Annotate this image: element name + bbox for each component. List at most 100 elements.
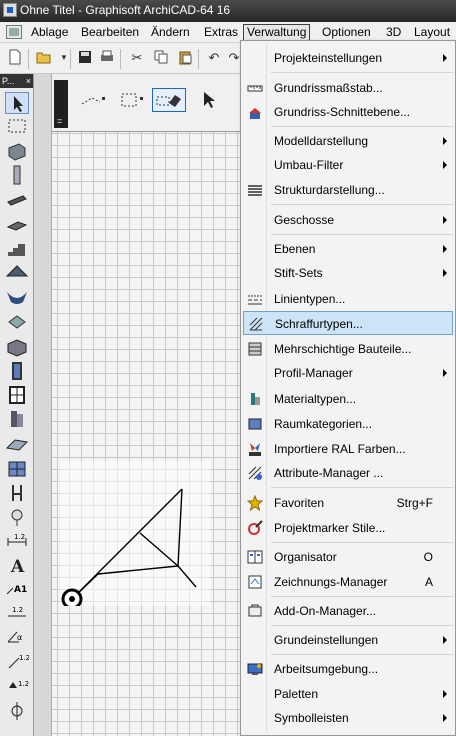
menu-3d[interactable]: 3D [383, 24, 404, 41]
title-bar: Ohne Titel - Graphisoft ArchiCAD-64 16 [0, 0, 456, 22]
spot-dimension-icon[interactable]: 1.2 [5, 676, 29, 698]
menu-item-label: Importiere RAL Farben... [274, 442, 406, 456]
menu-separator [271, 126, 453, 127]
menu-item-strukturdarstellung[interactable]: Strukturdarstellung... [243, 178, 453, 202]
print-icon[interactable] [98, 49, 116, 67]
palette-title: P... [2, 76, 15, 86]
menu-aendern[interactable]: Ändern [148, 24, 193, 41]
curtain-wall-tool-icon[interactable] [5, 336, 29, 358]
menu-item-label: Grundeinstellungen [274, 633, 379, 647]
palette-header[interactable]: P... × [0, 74, 33, 88]
chair-object-icon[interactable] [5, 482, 29, 504]
menu-item-grundeinstellungen[interactable]: Grundeinstellungen [243, 628, 453, 652]
menu-item-label: Geschosse [274, 213, 335, 227]
menu-item-zeichnungs-manager[interactable]: Zeichnungs-Manager A [243, 570, 453, 594]
menu-item-projektmarker-stile[interactable]: Projektmarker Stile... [243, 516, 453, 540]
menu-item-ebenen[interactable]: Ebenen [243, 237, 453, 261]
door-tool-icon[interactable] [5, 360, 29, 382]
menu-bearbeiten[interactable]: Bearbeiten [78, 24, 142, 41]
menu-item-stift-sets[interactable]: Stift-Sets [243, 261, 453, 285]
selection-method-icon[interactable] [78, 88, 112, 112]
angle-dimension-icon[interactable]: α [5, 626, 29, 648]
menu-item-label: Grundrissmaßstab... [274, 81, 383, 95]
column-tool-icon[interactable] [5, 164, 29, 186]
menu-item-grundrissmassstab[interactable]: Grundrissmaßstab... [243, 76, 453, 100]
menu-ablage[interactable]: Ablage [28, 24, 71, 41]
wall-tool-icon[interactable] [5, 140, 29, 162]
arrow-tool-icon[interactable] [5, 92, 29, 114]
window-tool-icon[interactable] [5, 384, 29, 406]
materials-icon [247, 391, 263, 407]
rectangle-selection-icon[interactable] [116, 88, 150, 112]
submenu-arrow-icon [443, 690, 447, 698]
menu-item-grundriss-schnittebene[interactable]: Grundriss-Schnittebene... [243, 100, 453, 124]
text-tool-icon[interactable]: A [5, 554, 29, 577]
zone-tool-icon[interactable] [5, 458, 29, 480]
menu-item-label: Schraffurtypen... [275, 317, 363, 331]
composites-icon [247, 341, 263, 357]
dimension-tool-icon[interactable]: 1.2 [5, 530, 29, 552]
window-title: Ohne Titel - Graphisoft ArchiCAD-64 16 [20, 3, 231, 17]
stair-tool-icon[interactable] [5, 238, 29, 260]
document-window-icon[interactable] [6, 25, 22, 39]
slab-tool-icon[interactable] [5, 214, 29, 236]
structure-icon [247, 182, 263, 198]
label-tool-icon[interactable]: A1 [5, 578, 29, 600]
menu-item-raumkategorien[interactable]: Raumkategorien... [243, 412, 453, 436]
menu-item-add-on-manager[interactable]: Add-On-Manager... [243, 599, 453, 623]
drawing-manager-icon [247, 574, 263, 590]
menu-item-materialtypen[interactable]: Materialtypen... [243, 387, 453, 411]
menu-layout[interactable]: Layout [411, 24, 453, 41]
menu-item-label: Grundriss-Schnittebene... [274, 105, 411, 119]
submenu-arrow-icon [443, 269, 447, 277]
arrow-pointer-icon[interactable] [198, 88, 220, 112]
paste-icon[interactable] [176, 49, 194, 67]
copy-icon[interactable] [152, 49, 170, 67]
menu-item-linientypen[interactable]: Linientypen... [243, 287, 453, 311]
menu-item-label: Stift-Sets [274, 266, 323, 280]
menu-item-profil-manager[interactable]: Profil-Manager [243, 361, 453, 385]
beam-tool-icon[interactable] [5, 190, 29, 212]
svg-text:A1: A1 [14, 585, 27, 595]
menu-item-umbau-filter[interactable]: Umbau-Filter [243, 153, 453, 177]
menu-item-arbeitsumgebung[interactable]: Arbeitsumgebung... [243, 657, 453, 681]
archicad-app-icon[interactable] [3, 3, 17, 17]
open-folder-icon[interactable] [35, 49, 53, 67]
menu-item-schraffurtypen[interactable]: Schraffurtypen... [243, 311, 453, 335]
menu-separator [271, 487, 453, 488]
menu-item-label: Umbau-Filter [274, 158, 344, 172]
info-box-grip[interactable] [54, 80, 68, 128]
menu-item-mehrschichtige-bauteile[interactable]: Mehrschichtige Bauteile... [243, 337, 453, 361]
menu-extras[interactable]: Extras [201, 24, 241, 41]
undo-icon[interactable]: ↶ [205, 49, 223, 67]
menu-item-attribute-manager[interactable]: Attribute-Manager ... [243, 461, 453, 485]
shell-tool-icon[interactable] [5, 286, 29, 308]
cut-icon[interactable]: ✂ [128, 49, 146, 67]
menu-separator [271, 72, 453, 73]
radial-dimension-icon[interactable]: 1.2 [5, 650, 30, 672]
menu-item-organisator[interactable]: Organisator O [243, 545, 453, 569]
menu-item-favoriten[interactable]: Favoriten Strg+F [243, 491, 453, 515]
skylight-tool-icon[interactable] [5, 310, 29, 332]
line-types-icon [247, 291, 263, 307]
menu-item-importiere-ral-farben[interactable]: Importiere RAL Farben... [243, 437, 453, 461]
menu-item-symbolleisten[interactable]: Symbolleisten [243, 706, 453, 730]
menu-item-projekteinstellungen[interactable]: Projekteinstellungen [243, 46, 453, 70]
roof-tool-icon[interactable] [5, 262, 29, 284]
lamp-tool-icon[interactable] [5, 506, 29, 528]
eraser-selection-icon[interactable] [152, 88, 186, 112]
menu-item-paletten[interactable]: Paletten [243, 682, 453, 706]
new-document-icon[interactable] [6, 49, 24, 67]
menu-optionen[interactable]: Optionen [319, 24, 374, 41]
object-tool-icon[interactable] [5, 408, 29, 430]
menu-item-label: Modelldarstellung [274, 134, 369, 148]
menu-item-modelldarstellung[interactable]: Modelldarstellung [243, 129, 453, 153]
level-dimension-icon[interactable]: 1.2 [5, 602, 29, 624]
mesh-tool-icon[interactable] [5, 434, 29, 456]
menu-item-geschosse[interactable]: Geschosse [243, 208, 453, 232]
menu-verwaltung[interactable]: Verwaltung [243, 24, 311, 41]
close-icon[interactable]: × [26, 74, 31, 88]
marquee-tool-icon[interactable] [5, 115, 29, 137]
section-marker-icon[interactable] [5, 700, 29, 722]
save-icon[interactable] [76, 49, 94, 67]
